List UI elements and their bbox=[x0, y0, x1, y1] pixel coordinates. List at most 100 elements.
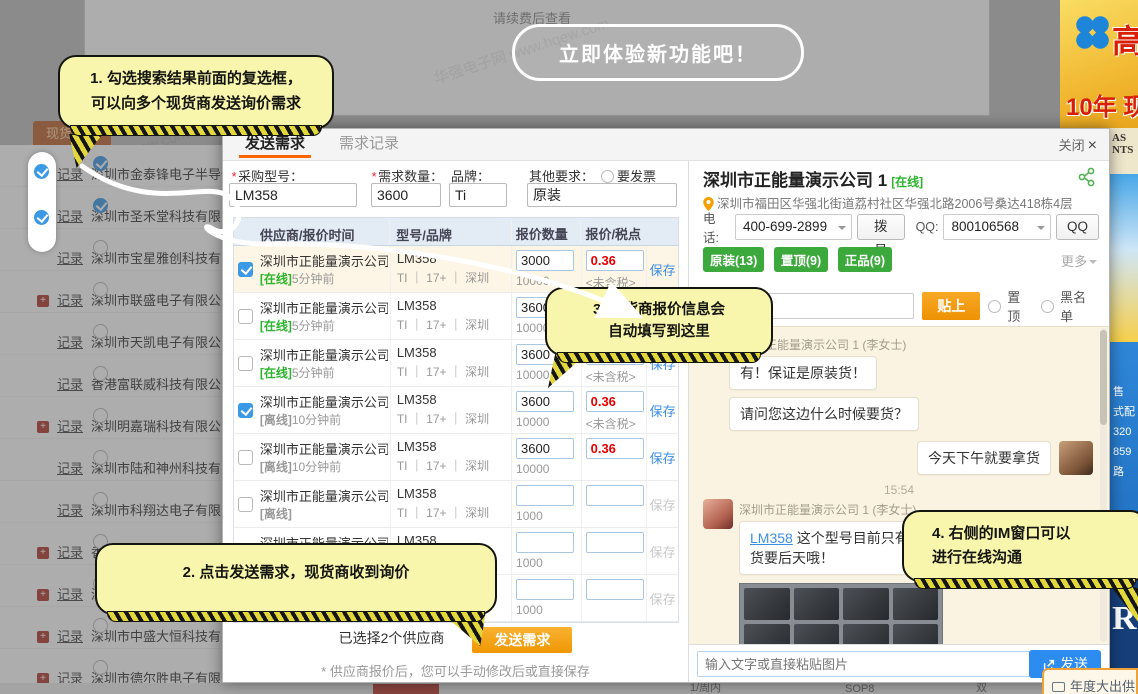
row-status: [在线] bbox=[260, 366, 292, 380]
chip-photo bbox=[739, 583, 943, 644]
row-qty-input[interactable] bbox=[516, 532, 574, 553]
row-supplier-name: 深圳市正能量演示公司2 bbox=[260, 298, 388, 317]
save-link[interactable]: 保存 bbox=[650, 542, 676, 561]
paste-tag-button[interactable]: 贴上 bbox=[922, 292, 980, 320]
message-input[interactable] bbox=[697, 651, 1042, 677]
row-time-ago: 10分钟前 bbox=[292, 460, 341, 474]
share-icon[interactable] bbox=[1077, 167, 1097, 187]
row-qty-input[interactable] bbox=[516, 250, 574, 271]
qq-select[interactable]: 800106568 bbox=[943, 214, 1050, 240]
table-header: 供应商/报价时间 型号/品牌 报价数量 报价/税点 bbox=[234, 218, 678, 246]
blacklist-checkbox-label[interactable]: 黑名单 bbox=[1041, 287, 1099, 325]
row-tax-hint: <未含税> bbox=[586, 368, 645, 385]
tab-request-history[interactable]: 需求记录 bbox=[333, 129, 405, 158]
popup-icon bbox=[1052, 682, 1065, 692]
scrollbar-thumb[interactable] bbox=[1100, 330, 1107, 425]
row-price-input[interactable] bbox=[586, 579, 644, 600]
row-price-input[interactable] bbox=[586, 250, 644, 271]
page: 请续费后查看 华强电子网 www.hqew.com 华强电子网 www.hqew… bbox=[0, 0, 1138, 694]
table-row: 深圳市正能量演示公司6 [离线] LM358 TI ｜ 17+ ｜ 深圳 100… bbox=[234, 481, 678, 528]
tag-original[interactable]: 原装(13) bbox=[703, 247, 764, 272]
chat-row-outgoing: 今天下午就要拿货 bbox=[703, 441, 1093, 475]
chevron-down-icon bbox=[1037, 226, 1045, 234]
row-checkbox[interactable] bbox=[238, 309, 253, 324]
row-model: LM358 bbox=[397, 345, 509, 360]
save-link[interactable]: 保存 bbox=[650, 495, 676, 514]
row-checkbox[interactable] bbox=[238, 356, 253, 371]
chat-bubble: 今天下午就要拿货 bbox=[917, 441, 1051, 475]
phone-select[interactable]: 400-699-2899 bbox=[735, 214, 852, 240]
row-price-input[interactable] bbox=[586, 485, 644, 506]
row-price-input[interactable] bbox=[586, 532, 644, 553]
save-link[interactable]: 保存 bbox=[650, 260, 676, 279]
save-link[interactable]: 保存 bbox=[650, 448, 676, 467]
checkbox-spotlight bbox=[28, 152, 56, 252]
top-right-ad-banner[interactable]: 高 10年 现 bbox=[1060, 0, 1138, 128]
row-checkbox[interactable] bbox=[238, 497, 253, 512]
save-link[interactable]: 保存 bbox=[650, 589, 676, 608]
online-status: [在线] bbox=[891, 175, 923, 189]
avatar bbox=[703, 499, 733, 529]
row-brand-meta: TI ｜ 17+ ｜ 深圳 bbox=[397, 504, 509, 521]
row-qty-input[interactable] bbox=[516, 438, 574, 459]
supplier-checkbox-checked[interactable] bbox=[34, 164, 49, 179]
row-checkbox[interactable] bbox=[238, 262, 253, 277]
dial-button[interactable]: 拨号 bbox=[857, 214, 905, 240]
row-checkbox[interactable] bbox=[238, 403, 253, 418]
company-address: 深圳市福田区华强北街道荔村社区华强北路2006号桑达418栋4层 bbox=[703, 193, 1073, 212]
row-supplier-name: 深圳市正能量演示公司6 bbox=[260, 486, 388, 505]
invoice-checkbox[interactable] bbox=[601, 170, 614, 183]
row-qty-hint: 10000 bbox=[516, 274, 579, 288]
qq-button[interactable]: QQ bbox=[1056, 214, 1099, 240]
row-time-ago: 10分钟前 bbox=[292, 413, 341, 427]
supplier-checkbox-checked[interactable] bbox=[34, 210, 49, 225]
footer-note: * 供应商报价后，您可以手动修改后或直接保存 bbox=[223, 661, 688, 680]
pin-checkbox-label[interactable]: 置顶 bbox=[988, 287, 1033, 325]
qq-label: QQ: bbox=[916, 220, 939, 234]
row-time-ago: 5分钟前 bbox=[292, 366, 335, 380]
row-price-input[interactable] bbox=[586, 438, 644, 459]
row-supplier-name: 深圳市正能量演示公司3 bbox=[260, 345, 388, 364]
ad-text: 高 bbox=[1112, 16, 1138, 62]
try-new-feature-button[interactable]: 立即体验新功能吧！ bbox=[512, 24, 804, 81]
close-button[interactable]: 关闭× bbox=[1059, 135, 1097, 155]
row-status: [在线] bbox=[260, 272, 292, 286]
tag-genuine[interactable]: 正品(9) bbox=[838, 247, 892, 272]
tag-pinned[interactable]: 置顶(9) bbox=[774, 247, 828, 272]
row-qty-input[interactable] bbox=[516, 485, 574, 506]
row-qty-hint: 1000 bbox=[516, 556, 579, 570]
callout-step4: 4. 右侧的IM窗口可以进行在线沟通 bbox=[902, 510, 1138, 582]
send-request-button[interactable]: 发送需求 bbox=[472, 627, 572, 653]
avatar bbox=[1059, 441, 1093, 475]
chevron-down-icon bbox=[838, 226, 846, 234]
chevron-down-icon bbox=[1089, 260, 1097, 268]
table-row: 深圳市正能量演示公司5 [离线]10分钟前 LM358 TI ｜ 17+ ｜ 深… bbox=[234, 434, 678, 481]
row-model: LM358 bbox=[397, 439, 509, 454]
table-row: 深圳市正能量演示公司4 [离线]10分钟前 LM358 TI ｜ 17+ ｜ 深… bbox=[234, 387, 678, 434]
brand-input[interactable] bbox=[449, 183, 507, 207]
ad-block bbox=[1110, 174, 1138, 342]
row-supplier-name: 深圳市正能量演示公司4 bbox=[260, 392, 388, 411]
row-qty-hint: 10000 bbox=[516, 462, 579, 476]
close-icon: × bbox=[1088, 137, 1097, 154]
table-row: 深圳市正能量演示公司1 [在线]5分钟前 LM358 TI ｜ 17+ ｜ 深圳… bbox=[234, 246, 678, 293]
row-price-input[interactable] bbox=[586, 391, 644, 412]
row-checkbox[interactable] bbox=[238, 450, 253, 465]
part-number-link[interactable]: LM358 bbox=[750, 530, 793, 546]
model-input[interactable] bbox=[229, 183, 357, 207]
row-qty-input[interactable] bbox=[516, 391, 574, 412]
row-qty-hint: 10000 bbox=[516, 368, 579, 382]
row-qty-hint: 1000 bbox=[516, 603, 579, 617]
callout-step2: 2. 点击发送需求，现货商收到询价 bbox=[95, 543, 497, 615]
save-link[interactable]: 保存 bbox=[650, 401, 676, 420]
row-qty-input[interactable] bbox=[516, 579, 574, 600]
row-status: [在线] bbox=[260, 319, 292, 333]
header-qty: 报价数量 bbox=[511, 220, 581, 243]
chat-scrollbar bbox=[1100, 328, 1107, 642]
bottom-right-popup[interactable]: 年度大出供 bbox=[1042, 668, 1138, 694]
other-input[interactable] bbox=[527, 183, 677, 207]
row-model: LM358 bbox=[397, 486, 509, 501]
qty-input[interactable] bbox=[371, 183, 441, 207]
row-supplier-name: 深圳市正能量演示公司1 bbox=[260, 251, 388, 270]
more-toggle[interactable]: 更多 bbox=[1061, 251, 1097, 270]
